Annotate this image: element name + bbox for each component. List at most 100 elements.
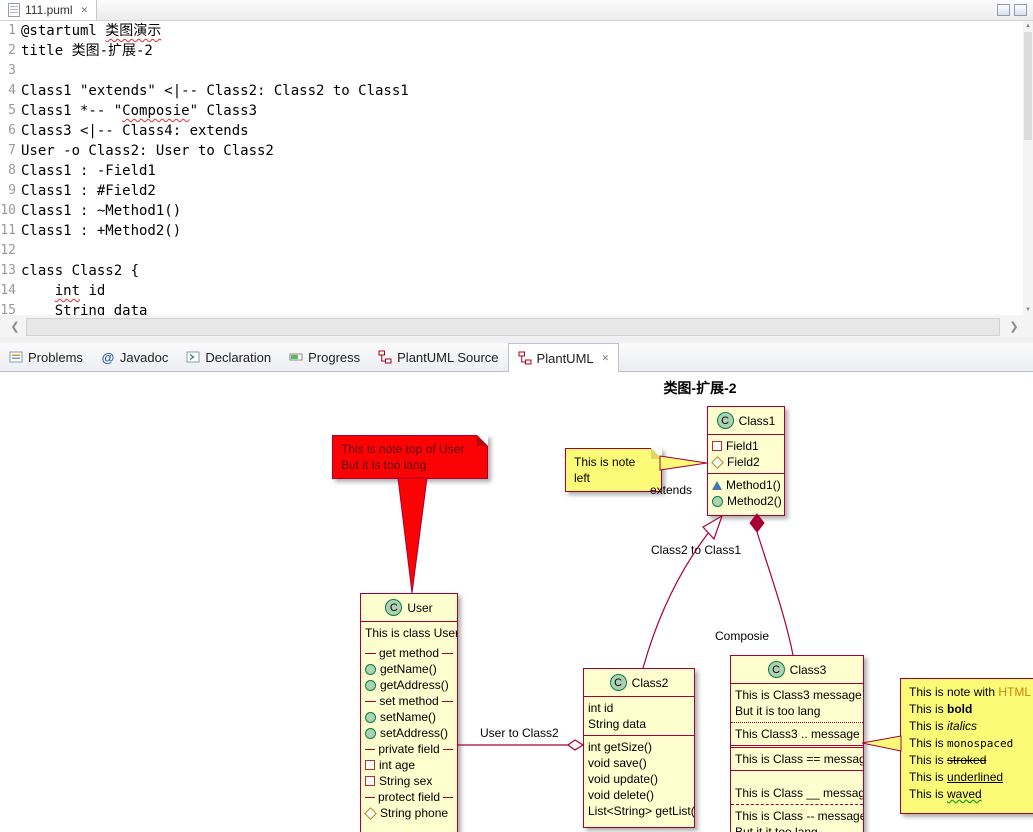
editor-vertical-scrollbar[interactable] bbox=[1023, 21, 1033, 315]
line-number: 12 bbox=[0, 243, 16, 258]
edge-label-user-to-class2: User to Class2 bbox=[480, 726, 559, 740]
tab-plantuml[interactable]: PlantUML ✕ bbox=[507, 343, 620, 372]
line-number: 14 bbox=[0, 283, 16, 298]
editor-horizontal-scrollbar[interactable] bbox=[0, 315, 1033, 337]
line-number: 3 bbox=[8, 63, 16, 78]
eclipse-window: 111.puml ✕ 1 @startuml 类图演示 2 title 类图-扩展-… bbox=[0, 0, 1033, 832]
private-field-icon bbox=[712, 441, 722, 451]
note-html-right-of-class3: This is note with HTML This is bold This… bbox=[900, 678, 1033, 814]
class-box-class2: C Class2 int id String data int getSize(… bbox=[583, 668, 695, 828]
class-circle-icon: C bbox=[385, 599, 403, 616]
note-fold-icon bbox=[477, 435, 488, 446]
member-group-separator: set method bbox=[365, 693, 453, 709]
note-text: This is monospaced bbox=[909, 736, 1014, 750]
class3-section: This Class3 .. message bbox=[731, 722, 863, 745]
line-number: 7 bbox=[8, 143, 16, 158]
editor-tab-title: 111.puml bbox=[25, 3, 73, 17]
protected-field-icon bbox=[364, 806, 377, 820]
class1-name: Class1 bbox=[738, 413, 776, 428]
tab-javadoc[interactable]: Javadoc bbox=[92, 343, 177, 371]
code-line: 6 Class3 <|-- Class4: extends bbox=[0, 121, 1033, 141]
line-number: 2 bbox=[8, 43, 16, 58]
scroll-down-icon[interactable] bbox=[1023, 305, 1033, 315]
composition-diamond-icon bbox=[749, 513, 765, 533]
method-row: getName() bbox=[365, 661, 453, 677]
tab-declaration[interactable]: Declaration bbox=[177, 343, 280, 371]
class3-header: C Class3 bbox=[731, 656, 863, 684]
method-row: Method2() bbox=[712, 493, 782, 509]
field-row: Field1 bbox=[712, 438, 780, 454]
user-members: This is class User get method getName() … bbox=[361, 622, 457, 824]
plantuml-icon bbox=[518, 351, 532, 365]
code-line: 12 bbox=[0, 241, 1033, 261]
note-text: This is stroked bbox=[909, 753, 987, 767]
scroll-left-icon[interactable] bbox=[4, 315, 26, 337]
note-text: This is waved bbox=[909, 787, 982, 801]
line-number: 5 bbox=[8, 103, 16, 118]
scroll-up-icon[interactable] bbox=[1023, 21, 1033, 31]
class2-methods: int getSize() void save() void update() … bbox=[584, 735, 694, 822]
code-line: 10 Class1 : ~Method1() bbox=[0, 203, 182, 219]
public-method-icon bbox=[365, 711, 376, 723]
editor-tabbar: 111.puml ✕ bbox=[0, 0, 1033, 21]
note-text: This is bold bbox=[909, 702, 973, 716]
code-line: 3 bbox=[0, 61, 1033, 81]
declaration-icon bbox=[186, 351, 200, 363]
text-row: This Class3 .. message bbox=[735, 727, 860, 741]
tab-progress[interactable]: Progress bbox=[280, 343, 369, 371]
code-editor[interactable]: 1 @startuml 类图演示 2 title 类图-扩展-2 3 4 Class1… bbox=[0, 21, 1033, 315]
edge-label-class2-to-class1: Class2 to Class1 bbox=[651, 543, 742, 557]
tab-plantuml-source[interactable]: PlantUML Source bbox=[369, 343, 507, 371]
tab-close-icon[interactable]: ✕ bbox=[602, 353, 610, 364]
member-group-separator: protect field bbox=[365, 789, 453, 805]
protected-field-icon bbox=[711, 455, 724, 469]
class2-name: Class2 bbox=[631, 675, 669, 690]
plantuml-source-icon bbox=[378, 350, 392, 364]
field-row: String sex bbox=[365, 773, 453, 789]
inheritance-arrow-icon bbox=[702, 514, 724, 541]
scroll-right-icon[interactable] bbox=[1003, 315, 1025, 337]
horizontal-scroll-thumb[interactable] bbox=[26, 318, 1000, 336]
method-row: Method1() bbox=[712, 477, 781, 493]
views-tabbar: Problems Javadoc Declaration Progress Pl… bbox=[0, 343, 1033, 372]
public-method-icon bbox=[365, 663, 376, 675]
line-number: 10 bbox=[0, 203, 16, 218]
code-line: 11 Class1 : +Method2() bbox=[0, 223, 182, 239]
class2-header: C Class2 bbox=[584, 669, 694, 697]
method-row: getAddress() bbox=[365, 677, 453, 693]
code-line: 9 Class1 : #Field2 bbox=[0, 181, 1033, 201]
file-icon bbox=[8, 3, 20, 17]
text-row: But it is too lang bbox=[735, 704, 821, 718]
class-circle-icon: C bbox=[609, 674, 627, 691]
left-note-pointer bbox=[659, 455, 708, 471]
code-line: 14 int id bbox=[0, 283, 106, 299]
public-method-icon bbox=[712, 495, 723, 507]
class3-section: This is Class == message bbox=[731, 745, 863, 770]
package-method-icon bbox=[712, 480, 722, 490]
plantuml-diagram-canvas: 类图-扩展-2 C Class1 Field1 Field2 Method1()… bbox=[0, 372, 1033, 832]
field-row: int id bbox=[588, 701, 614, 715]
tab-problems[interactable]: Problems bbox=[0, 343, 92, 371]
member-group-separator: private field bbox=[365, 741, 453, 757]
tab-close-icon[interactable]: ✕ bbox=[81, 5, 89, 16]
note-text: This is note top of User bbox=[341, 442, 465, 456]
note-text: But it is too lang bbox=[341, 458, 427, 472]
tab-label: PlantUML bbox=[536, 350, 594, 366]
edge-label-extends: extends bbox=[650, 483, 693, 497]
editor-tab-111-puml[interactable]: 111.puml ✕ bbox=[0, 0, 98, 20]
note-text: This is underlined bbox=[909, 770, 1004, 784]
note-left-of-class1: This is note left bbox=[565, 448, 662, 492]
private-field-icon bbox=[365, 776, 375, 786]
code-line: 13 class Class2 { bbox=[0, 263, 140, 279]
class1-methods: Method1() Method2() bbox=[708, 473, 784, 512]
note-top-of-user: This is note top of User But it is too l… bbox=[332, 435, 488, 479]
aggregation-diamond-icon bbox=[566, 739, 585, 751]
maximize-view-icon[interactable] bbox=[1014, 4, 1027, 16]
edge-label-composie: Composie bbox=[715, 629, 770, 643]
vertical-scroll-thumb[interactable] bbox=[1024, 32, 1032, 140]
minimize-view-icon[interactable] bbox=[997, 4, 1010, 16]
note-text: This is note with HTML bbox=[909, 685, 1032, 699]
note-text: This is italics bbox=[909, 719, 978, 733]
code-line: 7 User -o Class2: User to Class2 bbox=[0, 141, 1033, 161]
class3-section: This is Class3 message But it is too lan… bbox=[731, 684, 863, 722]
